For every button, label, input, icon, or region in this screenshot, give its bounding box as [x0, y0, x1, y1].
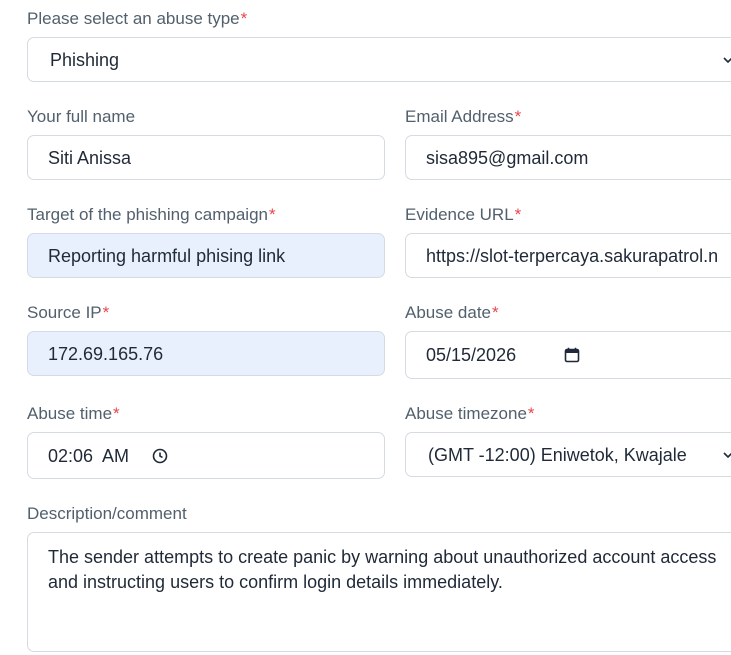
- abuse-type-label: Please select an abuse type*: [27, 9, 247, 29]
- required-marker: *: [527, 404, 535, 423]
- description-label-text: Description/comment: [27, 504, 187, 523]
- evidence-url-value: https://slot-terpercaya.sakurapatrol.n: [426, 245, 719, 266]
- calendar-icon[interactable]: [564, 347, 580, 363]
- full-name-value: Siti Anissa: [48, 147, 132, 168]
- chevron-down-icon: [723, 56, 731, 63]
- description-value: The sender attempts to create panic by w…: [48, 547, 717, 592]
- source-ip-value: 172.69.165.76: [48, 343, 164, 364]
- email-input[interactable]: sisa895@gmail.com: [405, 135, 731, 180]
- abuse-type-value: Phishing: [50, 49, 120, 70]
- abuse-date-input[interactable]: 05/15/2026: [405, 331, 731, 379]
- required-marker: *: [269, 205, 276, 224]
- abuse-time-label-text: Abuse time: [27, 404, 113, 423]
- required-marker: *: [102, 303, 110, 322]
- required-marker: *: [514, 205, 522, 224]
- target-value: Reporting harmful phising link: [48, 245, 286, 266]
- description-textarea[interactable]: The sender attempts to create panic by w…: [27, 532, 731, 652]
- abuse-timezone-label-text: Abuse timezone: [405, 404, 527, 423]
- target-label-text: Target of the phishing campaign: [27, 205, 268, 224]
- abuse-time-value: 02:06 AM: [48, 445, 130, 466]
- abuse-timezone-label: Abuse timezone*: [405, 404, 535, 424]
- target-input[interactable]: Reporting harmful phising link: [27, 233, 385, 278]
- clock-icon[interactable]: [152, 448, 168, 464]
- abuse-date-label: Abuse date*: [405, 303, 499, 323]
- email-label-text: Email Address: [405, 107, 514, 126]
- email-value: sisa895@gmail.com: [426, 147, 589, 168]
- required-marker: *: [113, 404, 120, 423]
- abuse-time-label: Abuse time*: [27, 404, 120, 424]
- evidence-url-label-text: Evidence URL: [405, 205, 514, 224]
- abuse-timezone-select[interactable]: (GMT -12:00) Eniwetok, Kwajale: [405, 432, 731, 477]
- source-ip-input[interactable]: 172.69.165.76: [27, 331, 385, 376]
- target-label: Target of the phishing campaign*: [27, 205, 276, 225]
- source-ip-label-text: Source IP: [27, 303, 102, 322]
- full-name-label: Your full name: [27, 107, 135, 127]
- required-marker: *: [492, 303, 499, 322]
- abuse-type-select[interactable]: Phishing: [27, 37, 731, 82]
- required-marker: *: [240, 9, 248, 28]
- evidence-url-label: Evidence URL*: [405, 205, 521, 225]
- abuse-time-input[interactable]: 02:06 AM: [27, 432, 385, 479]
- source-ip-label: Source IP*: [27, 303, 109, 323]
- abuse-date-label-text: Abuse date: [405, 303, 492, 322]
- full-name-input[interactable]: Siti Anissa: [27, 135, 385, 180]
- chevron-down-icon: [723, 451, 731, 458]
- full-name-label-text: Your full name: [27, 107, 136, 126]
- abuse-type-label-text: Please select an abuse type: [27, 9, 240, 28]
- abuse-date-value: 05/15/2026: [426, 345, 517, 365]
- email-label: Email Address*: [405, 107, 521, 127]
- description-label: Description/comment: [27, 504, 187, 524]
- required-marker: *: [514, 107, 522, 126]
- abuse-timezone-value: (GMT -12:00) Eniwetok, Kwajale: [428, 444, 687, 465]
- evidence-url-input[interactable]: https://slot-terpercaya.sakurapatrol.n: [405, 233, 731, 278]
